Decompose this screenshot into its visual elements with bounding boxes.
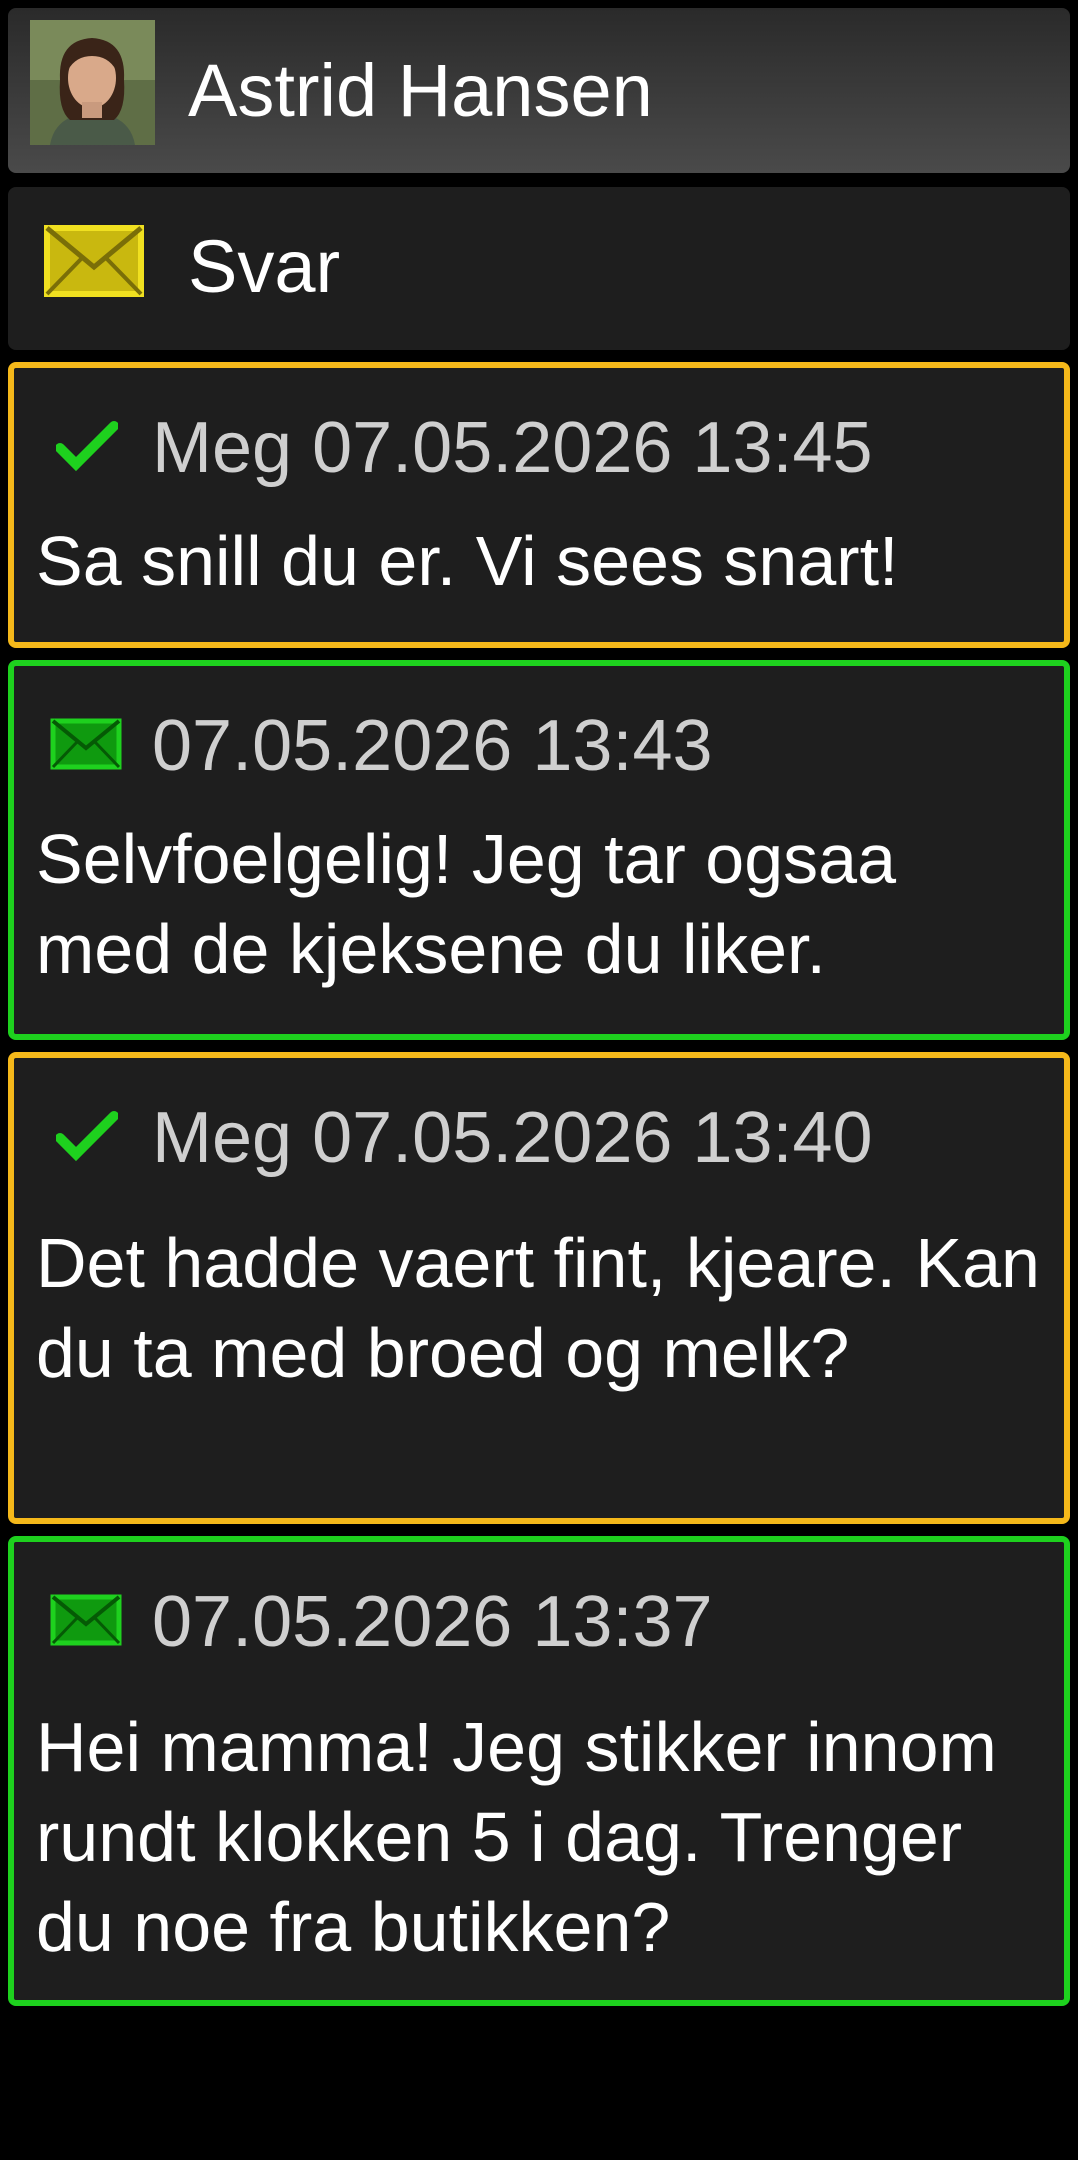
checkmark-icon [56,1111,118,1162]
message-item[interactable]: Meg 07.05.2026 13:45 Sa snill du er. Vi … [8,362,1070,648]
reply-button[interactable]: Svar [8,187,1070,350]
checkmark-icon [56,421,118,472]
envelope-icon [50,718,122,770]
envelope-icon [44,225,144,297]
message-text: Selvfoelgelig! Jeg tar ogsaa med de kjek… [36,820,896,988]
envelope-icon [50,1594,122,1646]
message-item[interactable]: 07.05.2026 13:43 Selvfoelgelig! Jeg tar … [8,660,1070,1040]
contact-name: Astrid Hansen [188,49,653,132]
message-meta: Meg 07.05.2026 13:40 [152,1098,873,1178]
contact-avatar[interactable] [30,20,155,145]
message-meta: 07.05.2026 13:37 [152,1582,713,1662]
reply-label: Svar [188,225,341,308]
message-meta: 07.05.2026 13:43 [152,706,713,786]
message-meta: Meg 07.05.2026 13:45 [152,408,873,488]
message-text: Hei mamma! Jeg stikker innom rundt klokk… [36,1708,997,1966]
message-item[interactable]: Meg 07.05.2026 13:40 Det hadde vaert fin… [8,1052,1070,1524]
contact-header[interactable]: Astrid Hansen [8,8,1070,173]
message-text: Sa snill du er. Vi sees snart! [36,522,899,600]
message-text: Det hadde vaert fint, kjeare. Kan du ta … [36,1224,1040,1392]
message-item[interactable]: 07.05.2026 13:37 Hei mamma! Jeg stikker … [8,1536,1070,2006]
